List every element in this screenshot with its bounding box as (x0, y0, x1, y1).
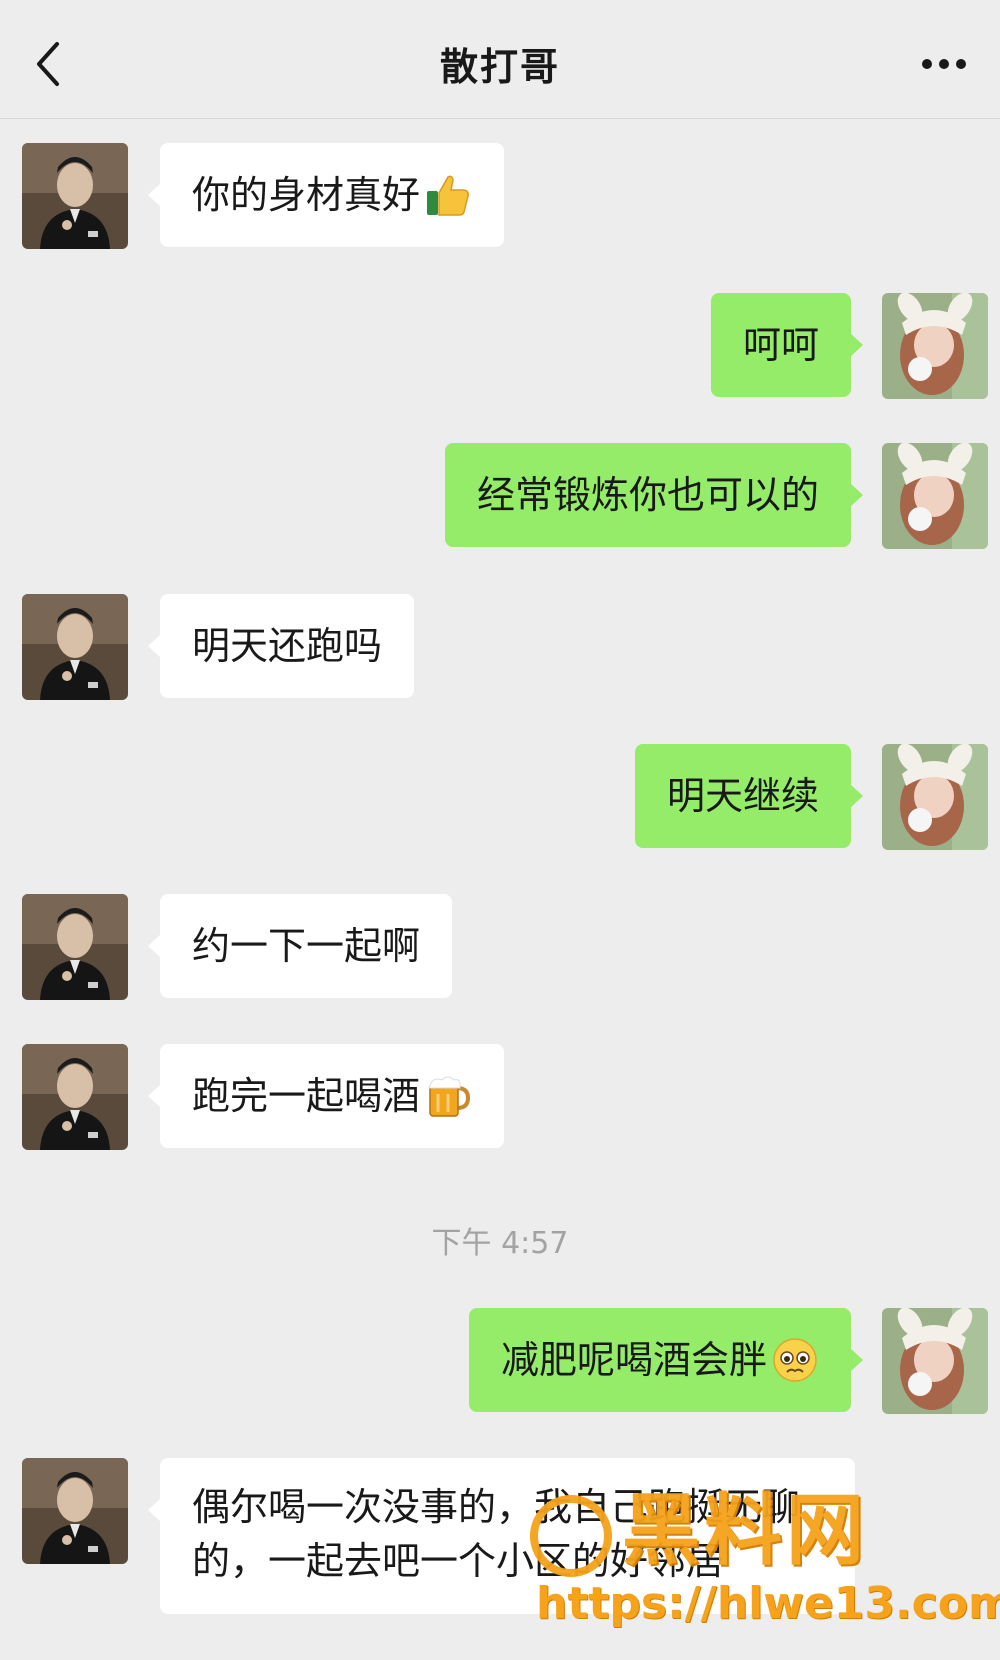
user-avatar[interactable] (882, 1308, 988, 1414)
message-text: 明天继续 (666, 774, 819, 818)
message-text: 明天还跑吗 (192, 624, 383, 668)
message-text: 经常锻炼你也可以的 (476, 473, 819, 517)
message-text: 跑完一起喝酒 (192, 1074, 421, 1118)
incoming-message-bubble[interactable]: 明天还跑吗 (147, 594, 415, 698)
more-horizontal-icon (922, 59, 966, 69)
beer-mug-icon (428, 1076, 471, 1117)
incoming-message-bubble[interactable]: 你的身材真好 (147, 143, 505, 247)
timestamp: 下午 4:57 (431, 1226, 569, 1261)
message-text: 偶尔喝一次没事的，我自己跑挺无聊的，一起去吧一个小区的好邻居 (192, 1485, 801, 1583)
thumbs-up-icon (427, 175, 469, 216)
user-avatar[interactable] (882, 744, 988, 850)
contact-avatar[interactable] (22, 143, 128, 249)
contact-avatar[interactable] (22, 1044, 128, 1150)
outgoing-message-bubble[interactable]: 经常锻炼你也可以的 (444, 443, 864, 547)
user-avatar[interactable] (882, 293, 988, 399)
pleading-face-icon (773, 1338, 817, 1382)
incoming-message-bubble[interactable]: 跑完一起喝酒 (147, 1044, 505, 1148)
chat-title: 散打哥 (439, 45, 560, 89)
outgoing-message-bubble[interactable]: 呵呵 (710, 293, 864, 397)
incoming-message-bubble[interactable]: 偶尔喝一次没事的，我自己跑挺无聊的，一起去吧一个小区的好邻居 (148, 1458, 855, 1614)
contact-avatar[interactable] (22, 594, 128, 700)
more-button[interactable] (914, 44, 974, 84)
message-text: 呵呵 (742, 323, 819, 367)
outgoing-message-bubble[interactable]: 减肥呢喝酒会胖 (468, 1308, 864, 1412)
user-avatar[interactable] (882, 443, 988, 549)
message-text: 约一下一起啊 (192, 924, 421, 968)
contact-avatar[interactable] (22, 894, 128, 1000)
message-text: 减肥呢喝酒会胖 (500, 1338, 767, 1382)
message-text: 你的身材真好 (192, 173, 421, 217)
incoming-message-bubble[interactable]: 约一下一起啊 (147, 894, 453, 998)
chat-header: 散打哥 (0, 0, 1000, 119)
contact-avatar[interactable] (22, 1458, 128, 1564)
outgoing-message-bubble[interactable]: 明天继续 (634, 744, 864, 848)
